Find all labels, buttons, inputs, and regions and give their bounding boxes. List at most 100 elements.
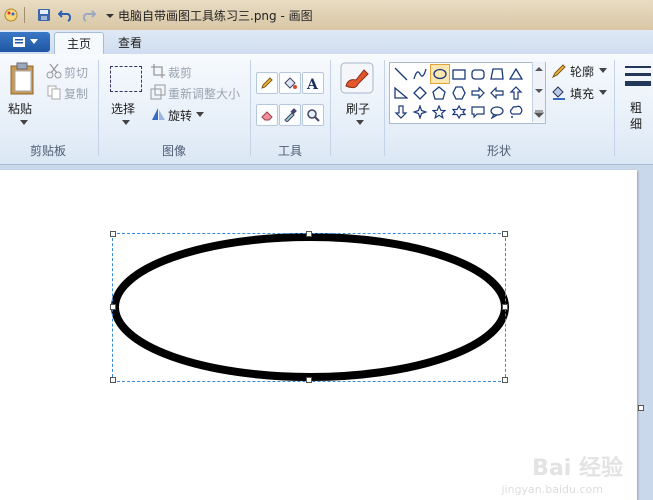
group-divider xyxy=(384,60,385,156)
line-weight-icon xyxy=(625,66,651,86)
color-picker-tool[interactable] xyxy=(279,104,301,126)
triangle-shape[interactable] xyxy=(507,65,525,83)
resize-icon xyxy=(150,84,166,100)
tab-view[interactable]: 查看 xyxy=(106,32,154,54)
resize-handle-s[interactable] xyxy=(306,377,312,383)
rectangle-icon xyxy=(452,69,466,80)
brushes-label: 刷子 xyxy=(346,102,371,116)
resize-handle-ne[interactable] xyxy=(502,231,508,237)
five-point-star-shape[interactable] xyxy=(430,103,448,121)
canvas-resize-handle[interactable] xyxy=(638,405,644,411)
shape-selection-rectangle[interactable] xyxy=(112,233,506,382)
down-arrow-shape[interactable] xyxy=(392,103,410,121)
menu-page-icon xyxy=(13,37,25,47)
pentagon-shape[interactable] xyxy=(430,84,448,102)
cut-button[interactable]: 剪切 xyxy=(64,64,88,81)
image-group: 选择 裁剪 重新调整大小 旋转 图像 xyxy=(100,54,248,164)
oval-shape[interactable] xyxy=(430,64,450,84)
rotate-button[interactable]: 旋转 xyxy=(168,107,192,124)
eraser-tool[interactable] xyxy=(256,104,278,126)
shapes-gallery xyxy=(389,62,546,124)
cloud-callout-icon xyxy=(509,105,523,118)
copy-icon xyxy=(47,85,61,100)
diamond-shape[interactable] xyxy=(411,84,429,102)
select-button[interactable]: 选择 xyxy=(106,60,146,130)
undo-icon[interactable] xyxy=(57,6,75,24)
fill-dropdown-icon xyxy=(599,90,607,95)
six-point-star-shape[interactable] xyxy=(450,103,468,121)
outline-dropdown-icon xyxy=(599,68,607,73)
text-tool[interactable]: A xyxy=(302,72,324,94)
resize-handle-n[interactable] xyxy=(306,231,312,237)
tab-home[interactable]: 主页 xyxy=(54,32,105,55)
scroll-up-icon[interactable] xyxy=(534,66,544,72)
size-group: 粗细 xyxy=(618,54,653,164)
six-point-star-icon xyxy=(452,105,466,119)
drawing-canvas[interactable]: Bai 经验 jingyan.baidu.com xyxy=(0,170,637,500)
paste-dropdown-icon xyxy=(20,120,28,125)
scroll-down-icon[interactable] xyxy=(534,88,544,94)
up-arrow-shape[interactable] xyxy=(507,84,525,102)
select-label: 选择 xyxy=(111,102,136,116)
rect-callout-shape[interactable] xyxy=(469,103,487,121)
paint-bucket-icon xyxy=(284,77,297,89)
resize-button[interactable]: 重新调整大小 xyxy=(168,85,240,102)
curve-shape[interactable] xyxy=(411,65,429,83)
resize-handle-sw[interactable] xyxy=(110,377,116,383)
size-button[interactable]: 粗细 xyxy=(624,64,652,134)
rotate-icon xyxy=(152,108,165,120)
canvas-workspace[interactable]: Bai 经验 jingyan.baidu.com xyxy=(0,165,653,500)
left-arrow-shape[interactable] xyxy=(488,84,506,102)
paint-app-icon[interactable] xyxy=(2,6,20,24)
brushes-group: 刷子 xyxy=(332,54,382,164)
watermark: Bai 经验 xyxy=(532,456,623,481)
save-icon[interactable] xyxy=(35,6,53,24)
clipboard-icon xyxy=(10,62,34,95)
resize-handle-w[interactable] xyxy=(110,304,116,310)
ribbon: 粘贴 剪切 复制 剪贴板 选择 裁剪 重新调整大小 旋转 图像 A 工具 刷子 … xyxy=(0,54,653,165)
outline-brush-icon xyxy=(551,64,566,79)
crop-icon xyxy=(151,64,165,78)
resize-handle-nw[interactable] xyxy=(110,231,116,237)
right-triangle-shape[interactable] xyxy=(392,84,410,102)
oval-icon xyxy=(433,68,447,80)
hexagon-icon xyxy=(452,86,466,100)
quick-access-toolbar xyxy=(2,5,119,25)
hexagon-shape[interactable] xyxy=(450,84,468,102)
cloud-callout-shape[interactable] xyxy=(507,103,525,121)
magnifier-tool[interactable] xyxy=(302,104,324,126)
fill-button[interactable]: 填充 xyxy=(570,85,594,102)
polygon-shape[interactable] xyxy=(488,65,506,83)
outline-button[interactable]: 轮廓 xyxy=(570,63,594,80)
fill-tool[interactable] xyxy=(279,72,301,94)
five-point-star-icon xyxy=(432,105,446,119)
triangle-icon xyxy=(509,68,523,80)
rounded-rectangle-shape[interactable] xyxy=(469,65,487,83)
right-arrow-icon xyxy=(471,86,485,100)
eyedropper-icon xyxy=(284,108,297,122)
four-point-star-shape[interactable] xyxy=(411,103,429,121)
line-shape[interactable] xyxy=(392,65,410,83)
redo-icon[interactable] xyxy=(79,6,97,24)
resize-handle-e[interactable] xyxy=(502,304,508,310)
gallery-expand-icon[interactable] xyxy=(534,110,544,118)
rectangle-shape[interactable] xyxy=(450,65,468,83)
paint-menu-button[interactable] xyxy=(0,32,50,52)
oval-callout-icon xyxy=(490,106,504,119)
resize-handle-se[interactable] xyxy=(502,377,508,383)
crop-button[interactable]: 裁剪 xyxy=(168,64,192,81)
pencil-tool[interactable] xyxy=(256,72,278,94)
left-arrow-icon xyxy=(490,86,504,100)
qat-customize-icon[interactable] xyxy=(101,6,119,24)
up-arrow-icon xyxy=(509,86,523,100)
rotate-dropdown-icon xyxy=(196,112,204,117)
copy-button[interactable]: 复制 xyxy=(64,85,88,102)
right-arrow-shape[interactable] xyxy=(469,84,487,102)
group-divider xyxy=(98,60,99,156)
shapes-gallery-scrollbar[interactable] xyxy=(532,62,545,122)
oval-callout-shape[interactable] xyxy=(488,103,506,121)
diamond-icon xyxy=(413,86,427,100)
brushes-button[interactable]: 刷子 xyxy=(338,60,378,130)
tools-group: A 工具 xyxy=(252,54,328,164)
paste-button[interactable]: 粘贴 xyxy=(6,60,40,130)
